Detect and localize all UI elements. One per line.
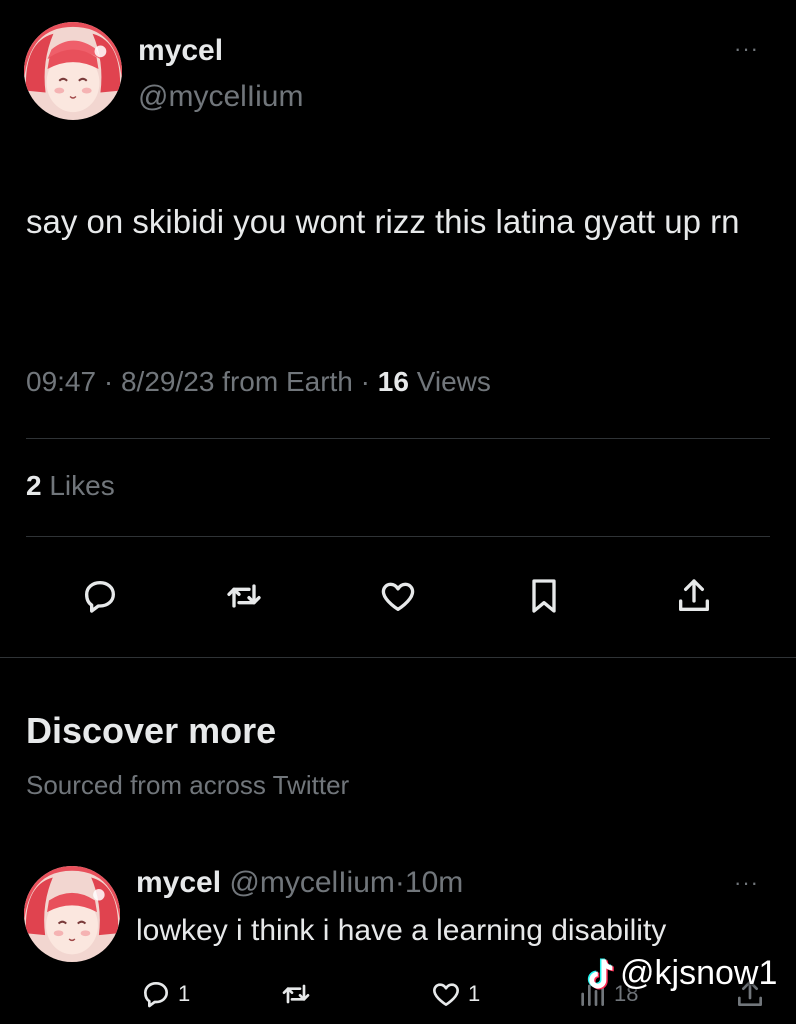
views-count: 16: [377, 366, 409, 397]
avatar[interactable]: [24, 866, 120, 962]
discover-title: Discover more: [26, 710, 277, 751]
tiktok-icon: [587, 957, 614, 990]
watermark: @kjsnow1: [584, 954, 777, 993]
section-divider: [0, 657, 796, 658]
reply-icon: [144, 982, 168, 1008]
reply-like-button[interactable]: 1: [430, 978, 480, 1010]
reply-time[interactable]: 10m: [405, 866, 463, 899]
bookmark-button[interactable]: [520, 572, 568, 620]
tweet-meta: 09:47 · 8/29/23 from Earth · 16 Views: [26, 366, 491, 398]
reply-author-handle[interactable]: @mycelIium: [229, 866, 394, 899]
bookmark-icon: [532, 579, 556, 613]
views-label: Views: [416, 366, 491, 397]
tweet-date: 8/29/23: [120, 366, 215, 397]
like-icon: [433, 983, 459, 1006]
meta-separator: ·: [394, 866, 405, 899]
reply-reply-button[interactable]: 1: [140, 978, 190, 1010]
reply-icon: [85, 581, 116, 613]
like-count: 1: [468, 981, 481, 1006]
likes-stat[interactable]: 2 Likes: [26, 470, 115, 502]
tweet-time: 09:47: [26, 366, 97, 397]
likes-count: 2: [26, 470, 42, 501]
avatar[interactable]: [24, 22, 122, 120]
more-options-icon[interactable]: ···: [734, 38, 759, 60]
share-button[interactable]: [670, 572, 718, 620]
retweet-icon: [227, 584, 261, 608]
retweet-button[interactable]: [220, 572, 268, 620]
meta-separator: ·: [360, 366, 378, 397]
watermark-handle: @kjsnow1: [620, 954, 778, 992]
meta-separator: ·: [103, 366, 121, 397]
reply-retweet-button[interactable]: [280, 978, 312, 1010]
tweet-text: say on skibidi you wont rizz this latina…: [26, 203, 740, 240]
tweet-source: from Earth: [222, 366, 353, 397]
reply-button[interactable]: [76, 572, 124, 620]
reply-author-name[interactable]: mycel: [136, 866, 221, 899]
discover-subtitle: Sourced from across Twitter: [26, 770, 350, 800]
share-icon: [679, 579, 709, 611]
author-name[interactable]: mycel: [138, 34, 223, 68]
like-button[interactable]: [374, 572, 422, 620]
like-icon: [381, 582, 415, 611]
author-handle[interactable]: @mycelIium: [138, 80, 303, 114]
divider: [26, 536, 770, 537]
reply-text: lowkey i think i have a learning disabil…: [136, 914, 667, 947]
likes-label: Likes: [49, 470, 115, 501]
divider: [26, 438, 770, 439]
reply-count: 1: [178, 981, 191, 1006]
more-options-icon[interactable]: ···: [734, 872, 759, 894]
reply-header: mycel @mycelIium·10m: [136, 866, 463, 900]
retweet-icon: [282, 984, 310, 1004]
